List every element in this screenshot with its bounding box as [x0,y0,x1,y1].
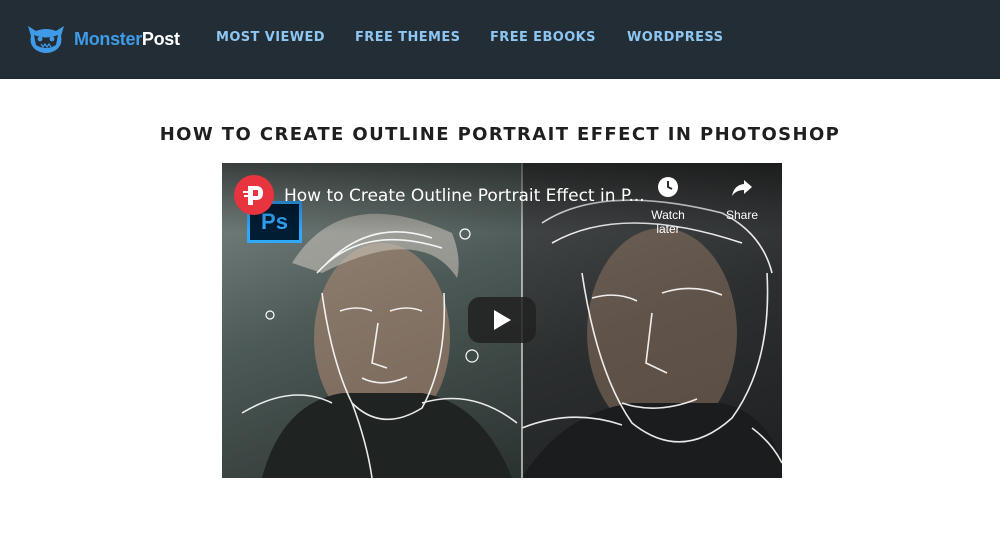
clock-icon [658,177,678,197]
nav-item-free-themes[interactable]: FREE THEMES [355,30,460,45]
nav-item-wordpress[interactable]: WORDPRESS [627,30,723,45]
video-title[interactable]: How to Create Outline Portrait Effect in… [284,186,645,206]
monsterpost-logo[interactable]: MonsterPost [25,22,195,56]
share-label: Share [725,208,759,222]
top-navigation-bar: MonsterPost MOST VIEWED FREE THEMES FREE… [0,0,1000,79]
logo-text: MonsterPost [74,29,180,50]
play-icon [494,310,511,330]
share-button[interactable]: Share [712,175,772,222]
nav-item-free-ebooks[interactable]: FREE EBOOKS [490,30,596,45]
embedded-video-player[interactable]: Ps How to Create [222,163,782,478]
watch-later-button[interactable]: Watch later [638,175,698,236]
monster-logo-icon [28,26,64,53]
nav-item-most-viewed[interactable]: MOST VIEWED [216,30,325,45]
monsterpost-p-logo-icon [243,186,263,205]
article-title: HOW TO CREATE OUTLINE PORTRAIT EFFECT IN… [159,124,841,145]
play-button[interactable] [468,297,536,343]
logo-text-post: Post [141,28,180,49]
logo-text-monster: Monster [74,28,142,49]
channel-avatar[interactable] [234,175,274,215]
share-arrow-icon [732,180,752,196]
watch-later-label: Watch later [651,208,685,236]
